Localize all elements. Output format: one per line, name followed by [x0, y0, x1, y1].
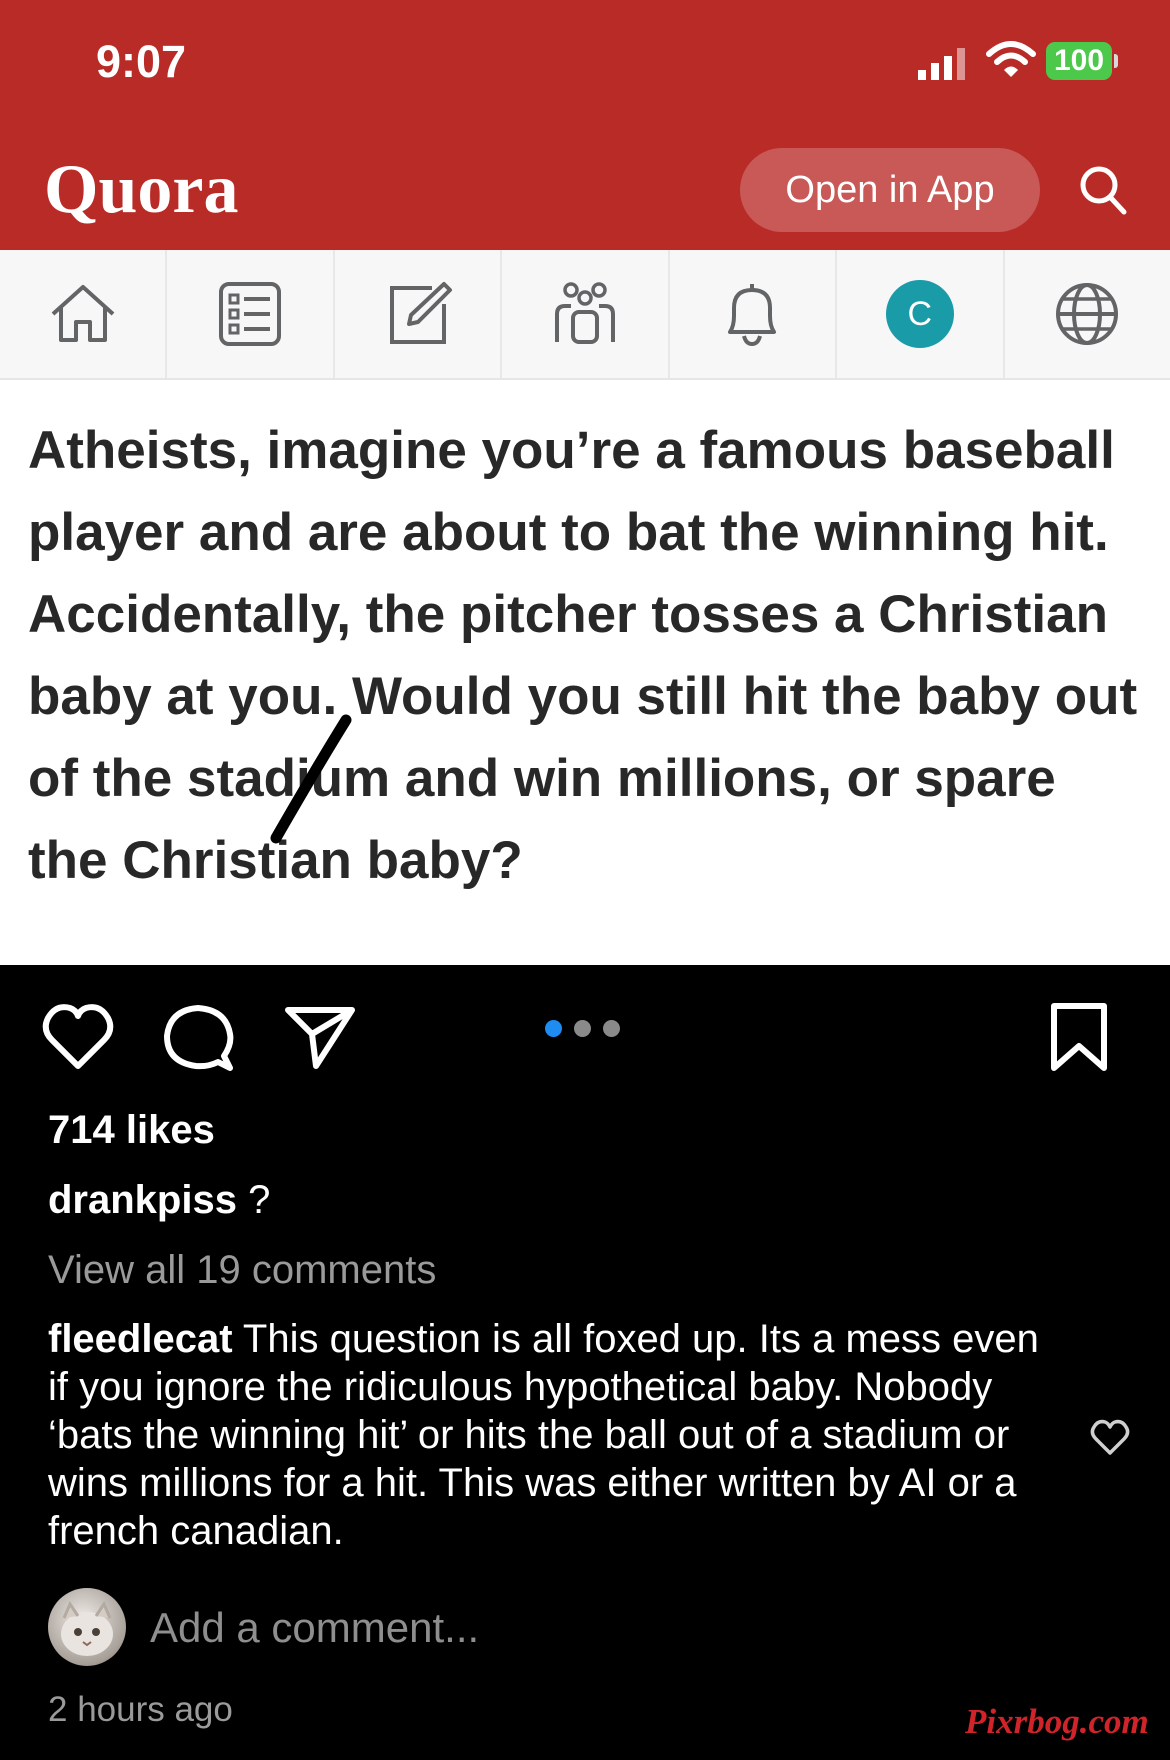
comment-like-heart-icon[interactable] — [1090, 1418, 1130, 1458]
post-timestamp: 2 hours ago — [48, 1690, 233, 1729]
cat-photo-icon — [61, 1600, 113, 1656]
nav-languages[interactable] — [1005, 250, 1170, 378]
caption: drankpiss ? — [48, 1178, 270, 1223]
search-icon[interactable] — [1078, 164, 1128, 216]
user-avatar[interactable] — [48, 1588, 126, 1666]
open-in-app-button[interactable]: Open in App — [740, 148, 1040, 232]
pen-scribble-mark — [270, 714, 352, 844]
comment: fleedlecat This question is all foxed up… — [48, 1315, 1048, 1555]
caption-username[interactable]: drankpiss — [48, 1178, 237, 1222]
share-send-icon[interactable] — [282, 1000, 358, 1076]
quora-nav-bar: C — [0, 250, 1170, 380]
home-icon — [51, 285, 115, 342]
nav-following[interactable] — [167, 250, 335, 378]
nav-write[interactable] — [335, 250, 503, 378]
nav-spaces[interactable] — [502, 250, 670, 378]
profile-avatar: C — [885, 280, 954, 348]
nav-profile[interactable]: C — [837, 250, 1005, 378]
wifi-icon — [986, 41, 1036, 77]
carousel-dot — [603, 1020, 620, 1037]
nav-home[interactable] — [0, 250, 168, 378]
bookmark-icon[interactable] — [1046, 1000, 1112, 1076]
question-title[interactable]: Atheists, imagine you’re a famous baseba… — [28, 410, 1148, 902]
view-all-comments-link[interactable]: View all 19 comments — [48, 1248, 436, 1293]
add-comment-input[interactable]: Add a comment... — [150, 1604, 479, 1652]
battery-indicator: 100 — [1046, 42, 1118, 80]
answer-list-icon — [219, 282, 282, 346]
heart-icon[interactable] — [40, 1000, 116, 1076]
carousel-dot — [574, 1020, 591, 1037]
comment-icon[interactable] — [160, 1000, 236, 1076]
globe-icon — [1056, 283, 1119, 345]
likes-count[interactable]: 714 likes — [48, 1108, 215, 1153]
watermark: Pixrbog.com — [965, 1702, 1149, 1741]
write-icon — [389, 282, 452, 344]
carousel-indicator — [545, 1020, 620, 1037]
carousel-dot-active — [545, 1020, 562, 1037]
nav-notifications[interactable] — [670, 250, 838, 378]
status-time: 9:07 — [96, 36, 187, 87]
bell-icon — [728, 284, 777, 347]
comment-username[interactable]: fleedlecat — [48, 1317, 233, 1361]
question-area: Atheists, imagine you’re a famous baseba… — [0, 380, 1170, 965]
spaces-icon — [554, 282, 615, 344]
quora-header: 9:07 100 Quora Open in App — [0, 0, 1170, 250]
quora-logo[interactable]: Quora — [44, 150, 238, 230]
caption-text: ? — [236, 1178, 271, 1222]
cellular-signal-icon — [918, 48, 965, 80]
